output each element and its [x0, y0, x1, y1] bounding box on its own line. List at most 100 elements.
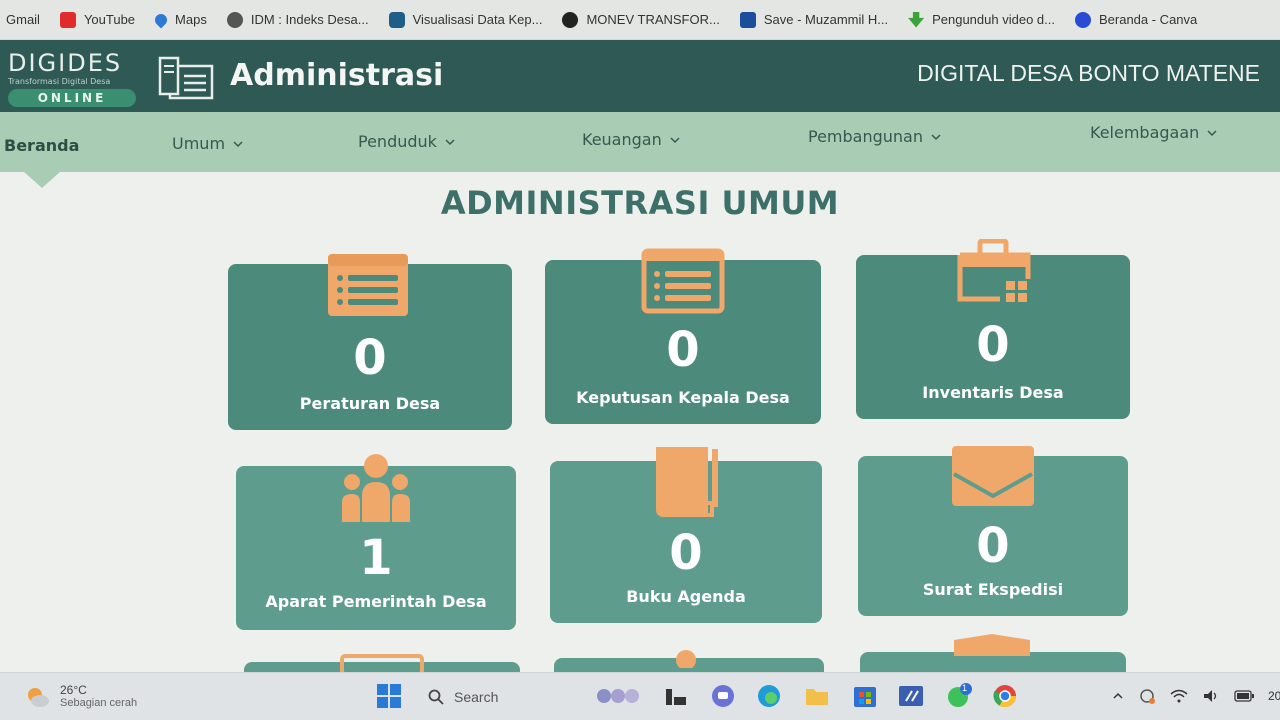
nav-item-penduduk[interactable]: Penduduk — [358, 132, 455, 151]
village-name: DIGITAL DESA BONTO MATENE — [917, 60, 1260, 86]
administration-icon — [158, 56, 214, 100]
search-placeholder: Search — [454, 689, 499, 705]
card-peraturan-desa[interactable]: 0 Peraturan Desa — [228, 254, 512, 430]
nav-item-pembangunan[interactable]: Pembangunan — [808, 127, 941, 146]
section-title: ADMINISTRASI UMUM — [440, 184, 840, 222]
sync-icon[interactable] — [1138, 687, 1156, 705]
inventory-briefcase-icon — [957, 239, 1031, 302]
card-count: 0 — [976, 317, 1010, 373]
bookmark-label: Maps — [175, 12, 207, 27]
monev-icon — [562, 11, 579, 28]
card-count: 0 — [669, 525, 703, 581]
canva-icon — [1074, 11, 1091, 28]
bookmark-idm[interactable]: IDM : Indeks Desa... — [226, 11, 369, 28]
bookmark-label: Pengunduh video d... — [932, 12, 1055, 27]
whatsapp-badge: 1 — [962, 683, 968, 693]
card-keputusan-kepala-desa[interactable]: 0 Keputusan Kepala Desa — [545, 248, 821, 424]
maps-icon — [152, 11, 170, 28]
nav-item-label: Umum — [172, 134, 226, 153]
people-group-icon — [342, 454, 410, 522]
card-count: 0 — [353, 330, 387, 386]
card-label: Buku Agenda — [626, 587, 746, 606]
nav-item-label: Pembangunan — [808, 127, 923, 146]
list-document-icon — [340, 654, 424, 674]
app-icon[interactable] — [898, 683, 924, 709]
card-buku-agenda[interactable]: 0 Buku Agenda — [550, 447, 822, 623]
clock-time[interactable]: 20 — [1268, 689, 1280, 703]
video-download-icon — [908, 11, 925, 28]
bookmark-youtube[interactable]: YouTube — [59, 11, 135, 28]
nav-item-label: Beranda — [4, 136, 80, 155]
bookmark-gmail[interactable]: Gmail — [6, 12, 40, 27]
chevron-down-icon — [233, 140, 243, 147]
edge-browser-icon[interactable] — [756, 683, 782, 709]
chevron-up-icon[interactable] — [1112, 690, 1124, 702]
nav-item-label: Keuangan — [582, 130, 662, 149]
download-icon — [739, 11, 756, 28]
windows-start-icon[interactable] — [376, 683, 402, 709]
chevron-down-icon — [931, 133, 941, 140]
card-label: Keputusan Kepala Desa — [576, 388, 790, 407]
page-title: Administrasi — [230, 58, 444, 93]
weather-temp: 26°C — [60, 683, 87, 697]
nav-item-label: Penduduk — [358, 132, 437, 151]
card-count: 0 — [976, 518, 1010, 574]
bookmark-canva[interactable]: Beranda - Canva — [1074, 11, 1198, 28]
nav-item-beranda[interactable]: Beranda — [4, 136, 79, 155]
card-label: Aparat Pemerintah Desa — [265, 592, 487, 611]
nav-item-kelembagaan[interactable]: Kelembagaan — [1090, 123, 1217, 142]
battery-icon[interactable] — [1234, 690, 1254, 702]
card-count: 1 — [359, 530, 393, 586]
windows-taskbar: 26°C Sebagian cerah Search 1 20 — [0, 672, 1280, 720]
youtube-icon — [59, 11, 76, 28]
card-count: 0 — [666, 322, 700, 378]
chevron-down-icon — [670, 136, 680, 143]
book-icon — [655, 447, 718, 517]
teams-chat-icon[interactable] — [710, 683, 736, 709]
bookmark-label: Gmail — [6, 12, 40, 27]
chrome-icon[interactable] — [992, 683, 1018, 709]
file-explorer-icon[interactable] — [804, 683, 830, 709]
card-label: Surat Ekspedisi — [922, 580, 1064, 599]
logo-badge: ONLINE — [8, 89, 136, 107]
folder-icon — [954, 634, 1030, 656]
bookmark-label: MONEV TRANSFOR... — [586, 12, 720, 27]
whatsapp-icon[interactable] — [946, 683, 972, 709]
bookmark-save[interactable]: Save - Muzammil H... — [739, 11, 889, 28]
wifi-icon[interactable] — [1170, 688, 1188, 704]
bookmark-monev[interactable]: MONEV TRANSFOR... — [562, 11, 720, 28]
bookmark-label: Beranda - Canva — [1098, 12, 1198, 27]
bookmark-visualisasi[interactable]: Visualisasi Data Kep... — [388, 11, 542, 28]
visualisasi-icon — [388, 11, 405, 28]
volume-icon[interactable] — [1202, 688, 1220, 704]
weather-widget[interactable]: 26°C Sebagian cerah — [24, 683, 137, 709]
weather-desc: Sebagian cerah — [60, 697, 138, 709]
digides-logo[interactable]: DIGIDES Transformasi Digital Desa ONLINE — [8, 50, 140, 107]
bookmark-pengunduh[interactable]: Pengunduh video d... — [908, 11, 1055, 28]
list-document-icon — [328, 254, 408, 316]
card-surat-ekspedisi[interactable]: 0 Surat Ekspedisi — [858, 446, 1128, 616]
nav-item-label: Kelembagaan — [1090, 123, 1200, 142]
bookmark-maps[interactable]: Maps — [152, 11, 207, 28]
bookmark-label: IDM : Indeks Desa... — [250, 12, 369, 27]
card-label: Inventaris Desa — [922, 383, 1064, 402]
main-nav: Beranda Umum Penduduk Keuangan Pembangun… — [0, 112, 1280, 172]
card-label: Peraturan Desa — [299, 394, 441, 413]
copilot-icon[interactable] — [596, 683, 644, 709]
logo-subtitle: Transformasi Digital Desa — [8, 77, 111, 86]
microsoft-store-icon[interactable] — [852, 683, 878, 709]
list-document-icon — [641, 248, 725, 314]
task-view-icon[interactable] — [662, 683, 688, 709]
bookmark-label: Save - Muzammil H... — [763, 12, 889, 27]
system-tray: 20 — [1112, 687, 1280, 705]
chevron-down-icon — [445, 138, 455, 145]
bookmarks-bar: Gmail YouTube Maps IDM : Indeks Desa... … — [0, 0, 1280, 40]
nav-item-umum[interactable]: Umum — [172, 134, 243, 153]
nav-item-keuangan[interactable]: Keuangan — [582, 130, 680, 149]
chevron-down-icon — [1207, 129, 1217, 136]
person-icon — [676, 650, 696, 668]
card-aparat-pemerintah-desa[interactable]: 1 Aparat Pemerintah Desa — [236, 454, 516, 630]
taskbar-search[interactable]: Search — [420, 683, 570, 711]
search-icon — [428, 689, 444, 705]
card-inventaris-desa[interactable]: 0 Inventaris Desa — [856, 239, 1130, 419]
